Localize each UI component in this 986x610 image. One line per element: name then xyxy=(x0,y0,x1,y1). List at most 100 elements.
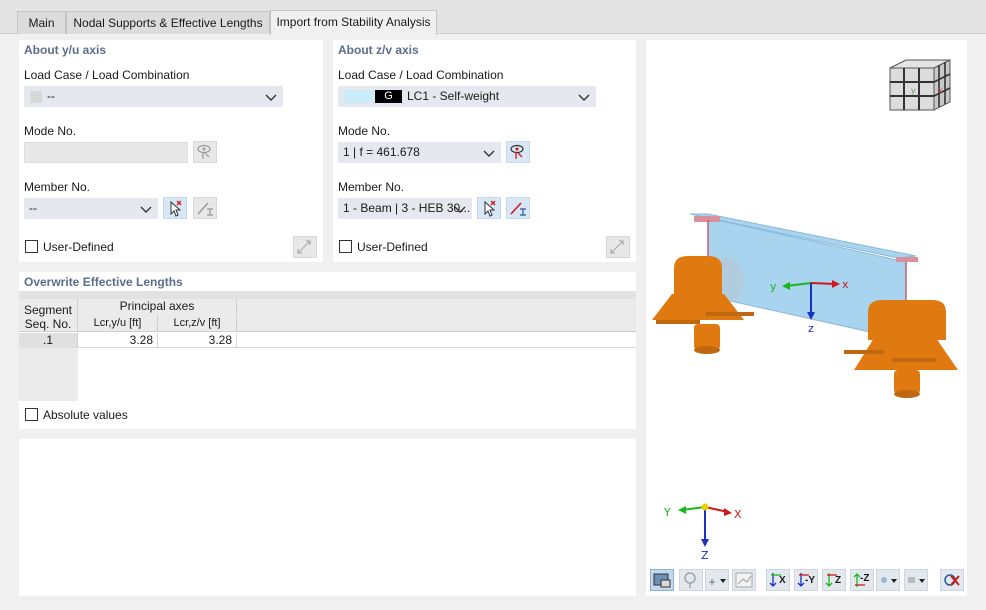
chevron-down-icon xyxy=(140,206,152,213)
view-z-label: Z xyxy=(835,575,842,586)
zv-edit-button[interactable] xyxy=(606,236,630,258)
yu-lc-value: -- xyxy=(47,89,55,103)
tab-bar: Main Nodal Supports & Effective Lengths … xyxy=(0,0,986,35)
reset-view-button[interactable] xyxy=(940,569,964,591)
view-z-icon xyxy=(825,573,837,587)
view-minus-y-button[interactable]: -Y xyxy=(794,569,818,591)
beam-model[interactable]: y x z xyxy=(646,200,967,400)
zv-mode-label: Mode No. xyxy=(338,124,391,138)
col-segment-line2: Seq. No. xyxy=(24,317,72,331)
view-options-dropdown[interactable] xyxy=(705,569,729,591)
lc-color-swatch xyxy=(344,90,374,103)
zv-user-defined-label: User-Defined xyxy=(357,240,428,254)
zv-user-defined-checkbox[interactable] xyxy=(339,240,352,253)
about-yu-panel: About y/u axis Load Case / Load Combinat… xyxy=(19,40,323,262)
col-lcry-header: Lcr,y/u [ft] xyxy=(78,315,158,332)
cell-lcrz[interactable]: 3.28 xyxy=(158,333,237,348)
visibility-icon xyxy=(684,572,696,588)
yu-member-select-button[interactable] xyxy=(163,197,187,219)
viewport-3d[interactable]: y x y x z Y X Z X -Y Z -Z xyxy=(646,40,967,596)
lc-color-swatch xyxy=(30,91,42,103)
yu-mode-field xyxy=(24,142,188,163)
zv-lc-value: LC1 - Self-weight xyxy=(407,89,500,103)
display-mode-button[interactable] xyxy=(650,569,674,591)
select-cursor-icon xyxy=(170,200,182,217)
beam-end-plate-right xyxy=(896,257,918,262)
chevron-down-icon xyxy=(578,94,590,101)
view-z-button[interactable]: Z xyxy=(822,569,846,591)
yu-lc-dropdown[interactable]: -- xyxy=(24,86,283,107)
reset-view-icon xyxy=(944,574,960,586)
tab-import-stability[interactable]: Import from Stability Analysis xyxy=(270,10,437,35)
yu-mode-pick-button[interactable] xyxy=(193,141,217,163)
row-seq: .1 xyxy=(19,333,78,348)
yu-member-label: Member No. xyxy=(24,180,91,194)
edit-lengths-icon xyxy=(610,240,624,254)
view-options-icon xyxy=(709,579,726,585)
chevron-down-icon xyxy=(265,94,277,101)
global-axis-Y-label: Y xyxy=(663,506,671,519)
table-top-band xyxy=(19,291,636,299)
render-mode-dropdown[interactable] xyxy=(904,569,928,591)
table-row[interactable]: .1 3.28 3.28 xyxy=(19,333,636,348)
eye-pick-icon xyxy=(510,144,524,159)
about-yu-title: About y/u axis xyxy=(24,43,107,57)
edit-lengths-icon xyxy=(297,240,311,254)
absolute-values-checkbox[interactable] xyxy=(25,408,38,421)
zv-lc-label: Load Case / Load Combination xyxy=(338,68,504,82)
result-diagram-button[interactable] xyxy=(732,569,756,591)
about-zv-title: About z/v axis xyxy=(338,43,419,57)
yu-mode-label: Mode No. xyxy=(24,124,77,138)
col-segment-line1: Segment xyxy=(23,303,73,317)
global-axis-X-label: X xyxy=(734,508,742,521)
eye-pick-icon xyxy=(197,144,211,159)
iso-view-dropdown[interactable] xyxy=(876,569,900,591)
col-principal-header: Principal axes xyxy=(78,299,237,314)
cell-lcry[interactable]: 3.28 xyxy=(78,333,158,348)
local-axis-x-label: x xyxy=(842,278,849,291)
overwrite-title: Overwrite Effective Lengths xyxy=(24,275,183,289)
zv-member-pick-button[interactable] xyxy=(506,197,530,219)
local-axis-z-label: z xyxy=(808,322,814,335)
render-mode-icon xyxy=(908,577,925,583)
view-minus-y-label: -Y xyxy=(805,575,815,586)
display-model-icon xyxy=(653,573,671,588)
yu-member-value: -- xyxy=(29,201,37,215)
yu-lc-label: Load Case / Load Combination xyxy=(24,68,190,82)
zv-mode-dropdown[interactable]: 1 | f = 461.678 xyxy=(338,142,501,163)
local-axis-y-label: y xyxy=(770,280,777,293)
support-left xyxy=(652,256,754,354)
global-axes-icon: Y X Z xyxy=(663,503,742,562)
yu-member-dropdown[interactable]: -- xyxy=(24,198,158,219)
member-pick-icon xyxy=(197,202,213,216)
member-pick-icon xyxy=(510,202,526,216)
zv-mode-value: 1 | f = 461.678 xyxy=(343,145,420,159)
view-minus-z-button[interactable]: -Z xyxy=(850,569,874,591)
tab-main[interactable]: Main xyxy=(17,11,66,34)
yu-user-defined-checkbox[interactable] xyxy=(25,240,38,253)
overwrite-panel: Overwrite Effective Lengths Segment Seq.… xyxy=(19,272,636,429)
result-diagram-icon xyxy=(735,572,753,588)
lc-type-badge: G xyxy=(375,90,402,103)
view-cube-icon[interactable]: y x xyxy=(884,56,956,116)
cube-face-y: y xyxy=(911,86,916,95)
yu-edit-button[interactable] xyxy=(293,236,317,258)
zv-member-dropdown[interactable]: 1 - Beam | 3 - HEB 30... xyxy=(338,198,472,219)
chevron-down-icon xyxy=(483,150,495,157)
select-cursor-icon xyxy=(484,200,496,217)
zv-lc-dropdown[interactable]: G LC1 - Self-weight xyxy=(338,86,596,107)
visibility-button[interactable] xyxy=(679,569,703,591)
beam-end-plate-left xyxy=(694,216,720,222)
view-minus-z-label: -Z xyxy=(860,573,870,584)
col-segment-header: Segment Seq. No. xyxy=(19,299,78,332)
yu-user-defined-label: User-Defined xyxy=(43,240,114,254)
zv-member-select-button[interactable] xyxy=(477,197,501,219)
view-x-button[interactable]: X xyxy=(766,569,790,591)
absolute-values-label: Absolute values xyxy=(43,408,128,422)
zv-member-label: Member No. xyxy=(338,180,405,194)
tab-nodal-supports[interactable]: Nodal Supports & Effective Lengths xyxy=(66,11,270,34)
zv-member-value: 1 - Beam | 3 - HEB 30... xyxy=(343,201,471,215)
yu-member-pick-button[interactable] xyxy=(193,197,217,219)
global-axis-Z-label: Z xyxy=(701,549,709,562)
zv-mode-pick-button[interactable] xyxy=(506,141,530,163)
